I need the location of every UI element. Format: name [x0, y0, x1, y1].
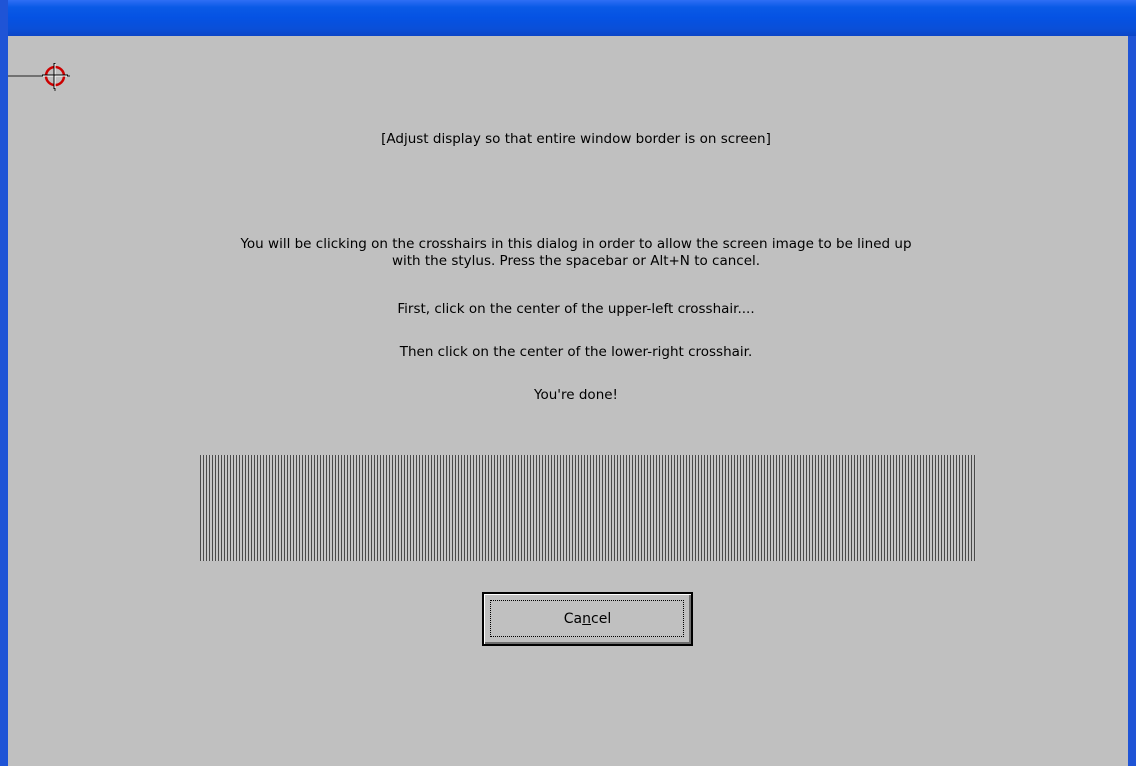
title-bar: [8, 0, 1136, 36]
step-first-text: First, click on the center of the upper-…: [397, 301, 755, 317]
step-done-text: You're done!: [534, 387, 618, 403]
calibration-window: [Adjust display so that entire window bo…: [0, 0, 1136, 766]
crosshair-target-icon[interactable]: [8, 58, 78, 98]
adjust-display-note: [Adjust display so that entire window bo…: [381, 131, 771, 147]
cancel-button-label: Cancel: [563, 611, 612, 627]
mnemonic-letter: n: [582, 611, 592, 627]
instructions-text: You will be clicking on the crosshairs i…: [8, 236, 1136, 270]
instructions-line-2: with the stylus. Press the spacebar or A…: [391, 253, 761, 269]
step-then-text: Then click on the center of the lower-ri…: [399, 344, 753, 360]
instructions-line-1: You will be clicking on the crosshairs i…: [240, 236, 912, 252]
striped-pattern-area: [200, 455, 976, 561]
cancel-button[interactable]: Cancel: [482, 592, 693, 646]
